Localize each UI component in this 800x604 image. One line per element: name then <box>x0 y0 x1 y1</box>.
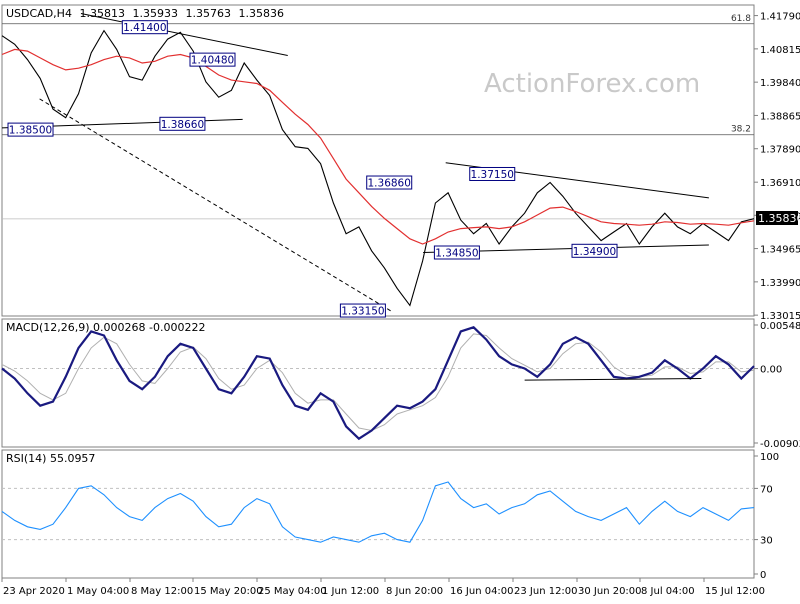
price-tick-label-7: 1.34965 <box>760 245 800 256</box>
x-tick-label-1: 1 May 04:00 <box>67 586 129 597</box>
current-price-label: 1.35836 <box>758 212 800 225</box>
symbol-text: USDCAD,H4 <box>6 7 72 20</box>
price-tick-label-0: 1.41790 <box>760 12 800 23</box>
price-tick-label-1: 1.40815 <box>760 45 800 56</box>
fib-label-1: 38.2 <box>731 125 751 135</box>
price-annotation-4: 1.36860 <box>368 178 411 190</box>
price-tick-label-5: 1.36910 <box>760 178 800 189</box>
price-panel: ActionForex.com 61.8 38.2 1.41400 1.40480 1… <box>1 4 800 322</box>
rsi-tick-label-3: 0 <box>760 570 766 581</box>
watermark: ActionForex.com <box>484 69 700 99</box>
rsi-tick-label-2: 30 <box>760 536 773 547</box>
price-tick-label-4: 1.37890 <box>760 145 800 156</box>
fib-label-0: 61.8 <box>731 14 751 24</box>
rsi-panel-frame <box>1 449 755 579</box>
x-tick-label-7: 16 Jun 04:00 <box>450 586 514 597</box>
ohlc-high: 1.35933 <box>132 7 178 20</box>
price-tick-label-2: 1.39840 <box>760 78 800 89</box>
ohlc-close: 1.35836 <box>238 7 284 20</box>
x-tick-label-8: 23 Jun 12:00 <box>514 586 578 597</box>
x-tick-label-9: 30 Jun 20:00 <box>578 586 642 597</box>
x-tick-label-6: 8 Jun 20:00 <box>386 586 443 597</box>
macd-panel: 0.005486 0.00 -0.009034 MACD(12,26,9) 0.00… <box>1 318 800 450</box>
symbol-label: USDCAD,H4 1.35813 1.35933 1.35763 1.3583… <box>6 7 284 20</box>
macd-title: MACD(12,26,9) 0.000268 -0.000222 <box>6 321 205 334</box>
rsi-title: RSI(14) 55.0957 <box>6 452 95 465</box>
x-tick-label-4: 25 May 04:00 <box>258 586 327 597</box>
x-tick-label-10: 8 Jul 04:00 <box>641 586 695 597</box>
macd-tick-label-0: 0.005486 <box>760 321 800 332</box>
price-annotation-2: 1.38500 <box>9 125 52 137</box>
price-annotation-6: 1.34850 <box>435 248 478 260</box>
ohlc-open: 1.35813 <box>79 7 125 20</box>
price-tick-label-8: 1.33990 <box>760 278 800 289</box>
price-annotation-3: 1.38660 <box>161 119 204 131</box>
chart-canvas: ActionForex.com 61.8 38.2 1.41400 1.40480 1… <box>0 0 800 600</box>
price-annotation-7: 1.34900 <box>573 246 616 258</box>
rsi-panel: 100 70 30 0 RSI(14) 55.0957 <box>1 449 779 581</box>
price-annotation-0: 1.41400 <box>123 22 166 34</box>
macd-tick-label-1: 0.00 <box>760 365 782 376</box>
price-panel-frame <box>1 4 755 317</box>
price-tick-label-3: 1.38865 <box>760 111 800 122</box>
x-tick-label-11: 15 Jul 12:00 <box>705 586 765 597</box>
macd-tick-label-2: -0.009034 <box>760 439 800 450</box>
x-tick-label-5: 1 Jun 12:00 <box>322 586 379 597</box>
rsi-tick-label-0: 100 <box>760 452 779 463</box>
x-tick-label-0: 23 Apr 2020 <box>3 586 65 597</box>
x-tick-label-3: 15 May 20:00 <box>194 586 263 597</box>
price-annotation-8: 1.33150 <box>341 306 384 318</box>
price-annotation-5: 1.37150 <box>471 169 514 181</box>
usdcad-h4-chart: ActionForex.com 61.8 38.2 1.41400 1.40480 1… <box>0 0 800 600</box>
x-tick-label-2: 8 May 12:00 <box>131 586 193 597</box>
rsi-tick-label-1: 70 <box>760 484 773 495</box>
ohlc-low: 1.35763 <box>185 7 231 20</box>
price-annotation-1: 1.40480 <box>191 55 234 67</box>
